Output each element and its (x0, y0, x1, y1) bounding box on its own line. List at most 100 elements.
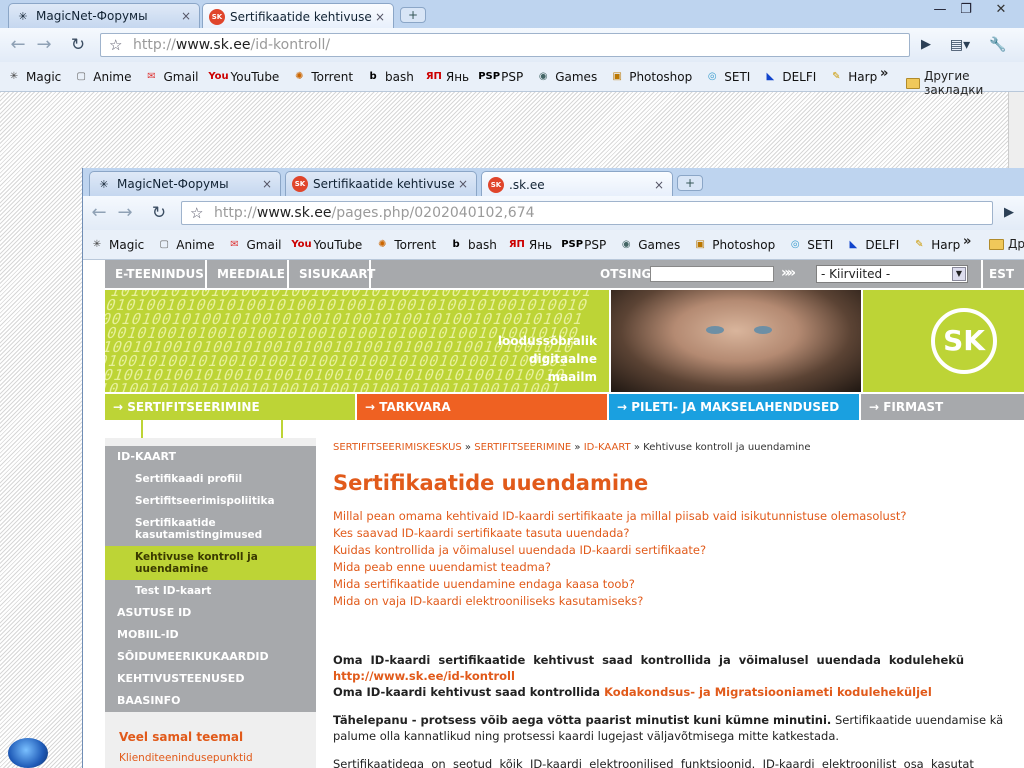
close-icon[interactable]: × (260, 177, 274, 191)
sk-logo[interactable]: SK (931, 308, 997, 374)
bookmark-harp[interactable]: ✎ Harp (828, 69, 877, 85)
bookmark-label: Harp (931, 237, 961, 252)
bookmark-photoshop[interactable]: ▣ Photoshop (692, 237, 775, 253)
outer-tab-sk[interactable]: SK Sertifikaatide kehtivuse ko... × (202, 3, 394, 29)
bookmark-games[interactable]: ◉ Games (535, 69, 597, 85)
bookmark-anime[interactable]: ▢ Anime (73, 69, 132, 85)
search-go-icon[interactable]: »» (781, 265, 796, 281)
outer-tab-magicnet[interactable]: ✳ MagicNet-Форумы × (8, 3, 200, 28)
forward-button[interactable]: → (113, 201, 137, 225)
left-menu-item[interactable]: Sertifitseerimispoliitika (105, 490, 316, 512)
more-bookmarks-icon[interactable]: » (963, 234, 971, 249)
maximize-button[interactable]: ❐ (952, 1, 980, 19)
go-button[interactable]: ▶ (997, 201, 1021, 225)
bookmark-photoshop[interactable]: ▣ Photoshop (609, 69, 692, 85)
left-menu-item[interactable]: ID-KAART (105, 446, 316, 468)
tab-title: Sertifikaatide kehtivuse ko... (230, 9, 373, 24)
close-icon[interactable]: × (373, 10, 387, 24)
left-menu-item[interactable]: Kehtivuse kontroll ja uuendamine (105, 546, 316, 580)
go-button[interactable]: ▶ (914, 33, 938, 57)
question-link[interactable]: Mida on vaja ID-kaardi elektrooniliseks … (333, 593, 1024, 610)
reload-button[interactable]: ↻ (147, 201, 171, 225)
breadcrumb-link[interactable]: SERTIFITSEERIMISKESKUS (333, 442, 462, 453)
bookmark-delfi[interactable]: ◣ DELFI (762, 69, 816, 85)
bookmark-янь[interactable]: ЯП Янь (426, 69, 469, 85)
bookmark-anime[interactable]: ▢ Anime (156, 237, 215, 253)
left-menu-item[interactable]: Sertifikaadi profiil (105, 468, 316, 490)
new-tab-button[interactable]: + (400, 7, 426, 23)
see-also-link[interactable]: Klienditeenindusepunktid (119, 752, 253, 764)
language-est[interactable]: EST (981, 260, 1024, 288)
quick-links-select[interactable]: - Kiirviited - ▼ (816, 265, 968, 283)
nav-meediale[interactable]: MEEDIALE (207, 260, 289, 288)
left-menu-item[interactable]: Test ID-kaart (105, 580, 316, 602)
bookmark-magic[interactable]: ✳ Magic (89, 237, 144, 253)
new-tab-button[interactable]: + (677, 175, 703, 191)
bookmark-bash[interactable]: b bash (448, 237, 496, 253)
left-menu-item[interactable]: BAASINFO (105, 690, 316, 712)
bookmark-magic[interactable]: ✳ Magic (6, 69, 61, 85)
close-icon[interactable]: × (652, 178, 666, 192)
back-button[interactable]: ← (6, 33, 30, 57)
other-bookmarks[interactable]: Др (989, 237, 1024, 251)
close-icon[interactable]: × (179, 9, 193, 23)
question-link[interactable]: Kes saavad ID-kaardi sertifikaate tasuta… (333, 525, 1024, 542)
star-icon[interactable]: ☆ (190, 202, 203, 224)
windows-start-button[interactable] (8, 738, 48, 768)
more-bookmarks-icon[interactable]: » (880, 66, 888, 81)
close-window-button[interactable]: ✕ (984, 1, 1018, 19)
search-input[interactable] (650, 266, 774, 282)
address-bar[interactable]: ☆ http://www.sk.ee/pages.php/0202040102,… (181, 201, 993, 225)
bookmark-psp[interactable]: PSP PSP (478, 69, 523, 85)
forward-button[interactable]: → (32, 33, 56, 57)
cat-sertifitseerimine[interactable]: → SERTIFITSEERIMINE (105, 394, 355, 420)
left-menu-item[interactable]: Sertifikaatide kasutamistingimused (105, 512, 316, 546)
bookmark-psp[interactable]: PSP PSP (561, 237, 606, 253)
id-kontroll-link[interactable]: http://www.sk.ee/id-kontroll (333, 668, 1024, 684)
star-icon[interactable]: ☆ (109, 34, 122, 56)
left-menu-item[interactable]: KEHTIVUSTEENUSED (105, 668, 316, 690)
cat-tarkvara[interactable]: → TARKVARA (357, 394, 607, 420)
bookmark-gmail[interactable]: ✉ Gmail (144, 69, 198, 85)
nav-sisukaart[interactable]: SISUKAART (289, 260, 375, 288)
bookmark-harp[interactable]: ✎ Harp (911, 237, 960, 253)
nav-e-teenindus[interactable]: E-TEENINDUS (105, 260, 207, 288)
back-button[interactable]: ← (87, 201, 111, 225)
wrench-icon[interactable]: 🔧▾ (986, 33, 1010, 77)
bookmark-torrent[interactable]: ✺ Torrent (374, 237, 436, 253)
inner-tab-magicnet[interactable]: ✳ MagicNet-Форумы × (89, 171, 281, 196)
cat-firmast[interactable]: → FIRMAST (861, 394, 1024, 420)
minimize-button[interactable]: — (926, 1, 954, 19)
bookmark-youtube[interactable]: You YouTube (208, 69, 279, 85)
bookmark-games[interactable]: ◉ Games (618, 237, 680, 253)
left-menu-item[interactable]: SÕIDUMEERIKUKAARDID (105, 646, 316, 668)
page-menu-icon[interactable]: ▤▾ (948, 33, 972, 57)
bookmark-delfi[interactable]: ◣ DELFI (845, 237, 899, 253)
bookmark-seti[interactable]: ◎ SETI (787, 237, 833, 253)
close-icon[interactable]: × (456, 177, 470, 191)
bookmark-seti[interactable]: ◎ SETI (704, 69, 750, 85)
bookmark-icon: ✳ (9, 71, 19, 82)
question-link[interactable]: Mida peab enne uuendamist teadma? (333, 559, 1024, 576)
outer-scrollbar[interactable] (1008, 92, 1024, 168)
question-link[interactable]: Millal pean omama kehtivaid ID-kaardi se… (333, 508, 1024, 525)
chevron-down-icon: ▼ (952, 267, 966, 281)
reload-button[interactable]: ↻ (66, 33, 90, 57)
bookmark-bash[interactable]: b bash (365, 69, 413, 85)
breadcrumb-link[interactable]: ID-KAART (584, 442, 631, 453)
bookmark-янь[interactable]: ЯП Янь (509, 237, 552, 253)
bookmark-torrent[interactable]: ✺ Torrent (291, 69, 353, 85)
other-bookmarks[interactable]: Другие закладки (906, 69, 1024, 97)
question-link[interactable]: Mida sertifikaatide uuendamine endaga ka… (333, 576, 1024, 593)
migration-office-link[interactable]: Kodakondsus- ja Migratsiooniameti kodule… (604, 685, 932, 699)
left-menu-item[interactable]: ASUTUSE ID (105, 602, 316, 624)
bookmark-youtube[interactable]: You YouTube (291, 237, 362, 253)
address-bar[interactable]: ☆ http://www.sk.ee/id-kontroll/ (100, 33, 910, 57)
question-link[interactable]: Kuidas kontrollida ja võimalusel uuendad… (333, 542, 1024, 559)
cat-pileti[interactable]: → PILETI- JA MAKSELAHENDUSED (609, 394, 859, 420)
breadcrumb-link[interactable]: SERTIFITSEERIMINE (474, 442, 571, 453)
bookmark-gmail[interactable]: ✉ Gmail (227, 237, 281, 253)
inner-tab-sk[interactable]: SK Sertifikaatide kehtivuse ko... × (285, 171, 477, 196)
inner-tab-skee[interactable]: SK .sk.ee × (481, 171, 673, 197)
left-menu-item[interactable]: MOBIIL-ID (105, 624, 316, 646)
